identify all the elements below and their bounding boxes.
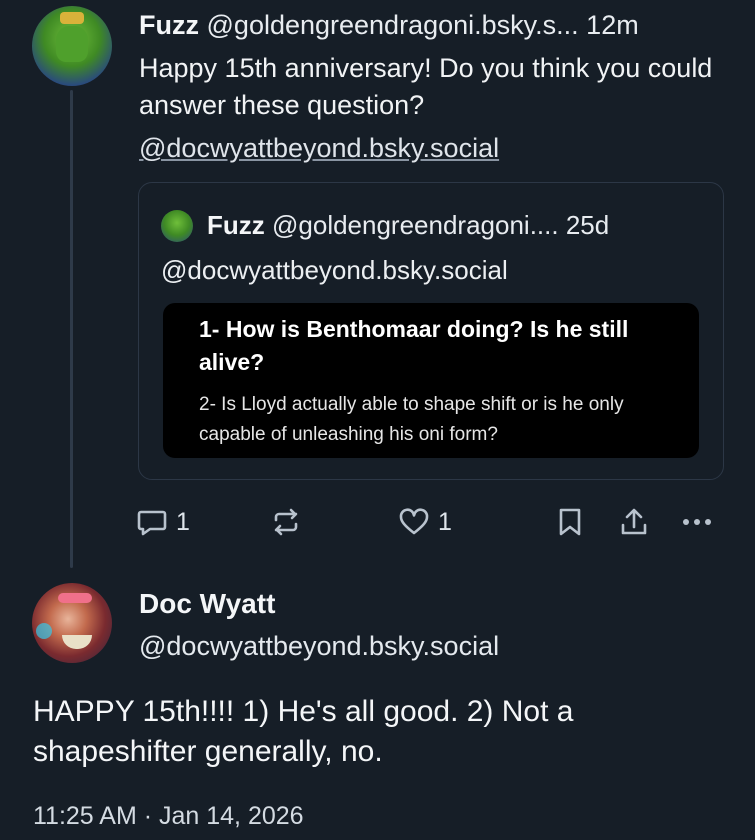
parent-author-handle[interactable]: @goldengreendragoni.bsky.s... [207,10,579,40]
doc-wyatt-avatar[interactable] [32,583,112,663]
reply-button[interactable]: 1 [136,500,190,544]
parent-post-text: Happy 15th anniversary! Do you think you… [139,53,713,120]
quoted-author-avatar [161,210,193,242]
reply-post-timestamp: 11:25 AM · Jan 14, 2026 [33,802,304,830]
share-icon [619,506,649,538]
share-button[interactable] [619,500,649,544]
reply-icon [136,506,168,538]
reply-post-text: HAPPY 15th!!!! 1) He's all good. 2) Not … [33,695,574,768]
quoted-post-time: 25d [565,210,610,240]
fuzz-avatar[interactable] [32,6,112,86]
like-count: 1 [438,507,452,536]
bookmark-button[interactable] [556,500,584,544]
like-button[interactable]: 1 [398,500,452,544]
image-question-1: 1- How is Benthomaar doing? Is he still … [199,316,629,375]
parent-post-header: Fuzz @goldengreendragoni.bsky.s... 12m [139,8,729,42]
post-thread-view: Fuzz @goldengreendragoni.bsky.s... 12m H… [0,0,755,840]
avatar-bowl-shape [62,635,92,649]
avatar-hat-shape [60,12,84,24]
image-question-2: 2- Is Lloyd actually able to shape shift… [199,394,624,445]
quoted-author-handle: @goldengreendragoni.... [272,210,559,240]
avatar-neon-light-shape [36,623,52,639]
more-icon [680,506,714,538]
avatar-glasses-shape [58,593,92,603]
reply-count: 1 [176,507,190,536]
repost-button[interactable] [270,500,302,544]
quoted-post-header: Fuzz @goldengreendragoni.... 25d [207,209,609,241]
repost-icon [270,506,302,538]
like-icon [398,506,430,538]
more-options-button[interactable] [680,500,714,544]
quoted-post-card[interactable]: Fuzz @goldengreendragoni.... 25d @docwya… [138,182,724,480]
thread-connector-line [70,90,73,568]
bookmark-icon [556,506,584,538]
quoted-post-image[interactable]: 1- How is Benthomaar doing? Is he still … [163,303,699,458]
quoted-post-text: @docwyattbeyond.bsky.social [161,255,508,285]
quoted-author-name: Fuzz [207,210,265,240]
post-action-bar: 1 1 [0,500,755,544]
avatar-dragon-shape [56,26,88,62]
reply-author-handle[interactable]: @docwyattbeyond.bsky.social [139,629,499,663]
parent-post-time[interactable]: 12m [586,10,639,40]
parent-post-mention-link[interactable]: @docwyattbeyond.bsky.social [139,131,499,165]
reply-author-name[interactable]: Doc Wyatt [139,587,275,621]
parent-author-name[interactable]: Fuzz [139,10,199,40]
